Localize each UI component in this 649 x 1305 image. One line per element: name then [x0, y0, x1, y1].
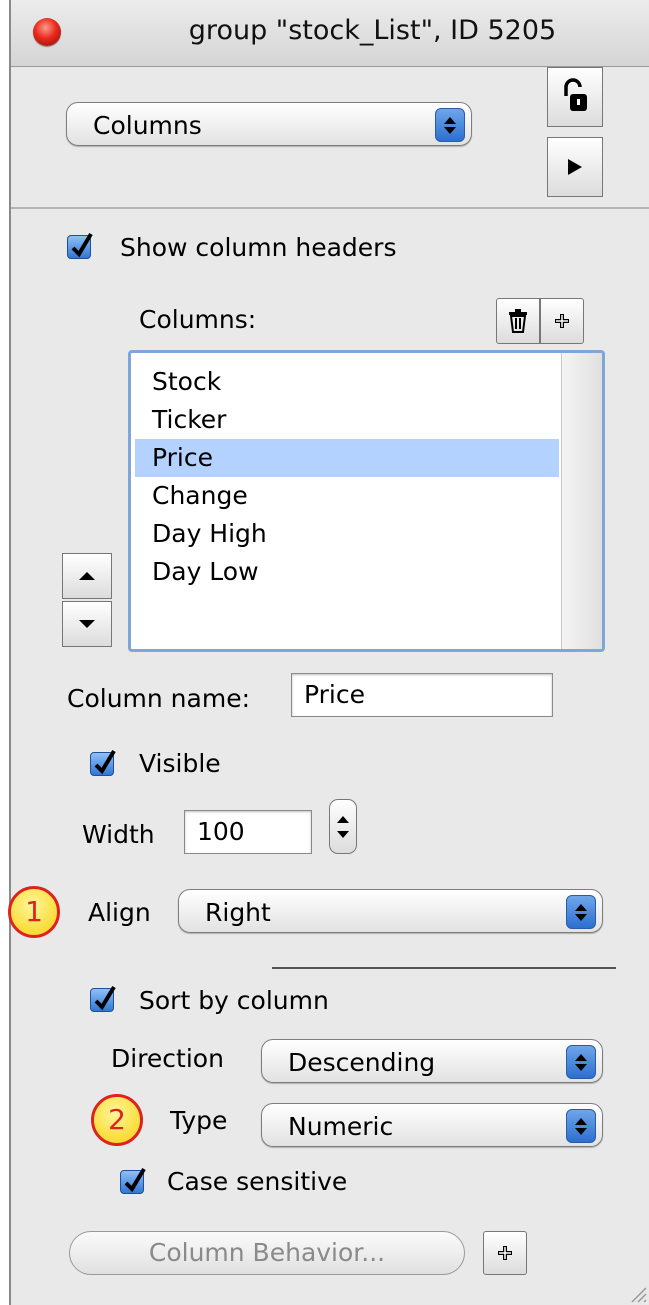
type-popup[interactable]: Numeric — [261, 1103, 603, 1147]
align-popup[interactable]: Right — [178, 889, 603, 933]
list-item[interactable]: Ticker — [135, 401, 559, 439]
stepper-down-icon — [337, 830, 349, 838]
list-item-selected[interactable]: Price — [135, 439, 559, 477]
list-item[interactable]: Day Low — [135, 553, 559, 591]
columns-list[interactable]: Stock Ticker Price Change Day High Day L… — [128, 350, 605, 652]
list-item[interactable]: Change — [135, 477, 559, 515]
stepper-up-icon — [337, 815, 349, 823]
inspector-window: group "stock_List", ID 5205 Columns Show… — [8, 0, 649, 1305]
arrow-down-icon — [79, 620, 95, 628]
popup-arrows-icon — [566, 895, 596, 929]
visible-checkbox[interactable] — [90, 749, 116, 776]
popup-arrows-icon — [435, 108, 465, 142]
width-stepper[interactable] — [329, 799, 357, 854]
callout-badge-2: 2 — [91, 1094, 143, 1146]
case-sensitive-checkbox[interactable] — [120, 1167, 146, 1194]
resize-grip-icon[interactable] — [625, 1281, 647, 1303]
move-up-button[interactable] — [62, 553, 112, 599]
lock-open-icon — [564, 78, 587, 111]
plus-icon — [555, 314, 569, 328]
list-scrollbar[interactable] — [561, 353, 602, 649]
show-headers-label: Show column headers — [120, 233, 397, 262]
lock-button[interactable] — [547, 67, 603, 127]
direction-popup-label: Descending — [288, 1048, 436, 1077]
add-behavior-button[interactable] — [483, 1231, 527, 1275]
sort-by-column-checkbox[interactable] — [90, 985, 116, 1012]
column-name-field[interactable]: Price — [291, 673, 553, 717]
arrow-up-icon — [79, 572, 95, 580]
header-area: Columns — [11, 67, 649, 209]
type-label: Type — [170, 1106, 228, 1135]
popup-arrows-icon — [566, 1109, 596, 1143]
callout-badge-1: 1 — [8, 886, 60, 938]
play-icon — [568, 159, 582, 175]
list-item[interactable]: Stock — [135, 363, 559, 401]
section-popup[interactable]: Columns — [66, 102, 472, 146]
direction-popup[interactable]: Descending — [261, 1039, 603, 1083]
window-title: group "stock_List", ID 5205 — [188, 15, 557, 46]
list-item[interactable]: Day High — [135, 515, 559, 553]
direction-label: Direction — [111, 1044, 224, 1073]
sort-by-column-label: Sort by column — [139, 986, 329, 1015]
show-headers-checkbox[interactable] — [67, 232, 93, 259]
run-button[interactable] — [547, 137, 603, 197]
separator — [272, 967, 616, 969]
column-behavior-button[interactable]: Column Behavior... — [69, 1231, 465, 1275]
add-column-button[interactable] — [540, 298, 584, 344]
align-label: Align — [88, 898, 151, 927]
columns-label: Columns: — [139, 305, 257, 334]
close-icon[interactable] — [33, 18, 61, 46]
visible-label: Visible — [139, 749, 221, 778]
type-popup-label: Numeric — [288, 1112, 394, 1141]
popup-arrows-icon — [566, 1045, 596, 1079]
plus-icon — [498, 1246, 512, 1260]
align-popup-label: Right — [205, 898, 271, 927]
section-popup-label: Columns — [93, 111, 202, 140]
move-down-button[interactable] — [62, 601, 112, 647]
width-label: Width — [82, 820, 155, 849]
title-bar[interactable]: group "stock_List", ID 5205 — [11, 0, 649, 67]
width-field[interactable]: 100 — [184, 810, 312, 854]
case-sensitive-label: Case sensitive — [167, 1167, 348, 1196]
delete-column-button[interactable] — [496, 298, 540, 344]
column-name-label: Column name: — [67, 684, 251, 713]
trash-icon — [509, 309, 527, 333]
